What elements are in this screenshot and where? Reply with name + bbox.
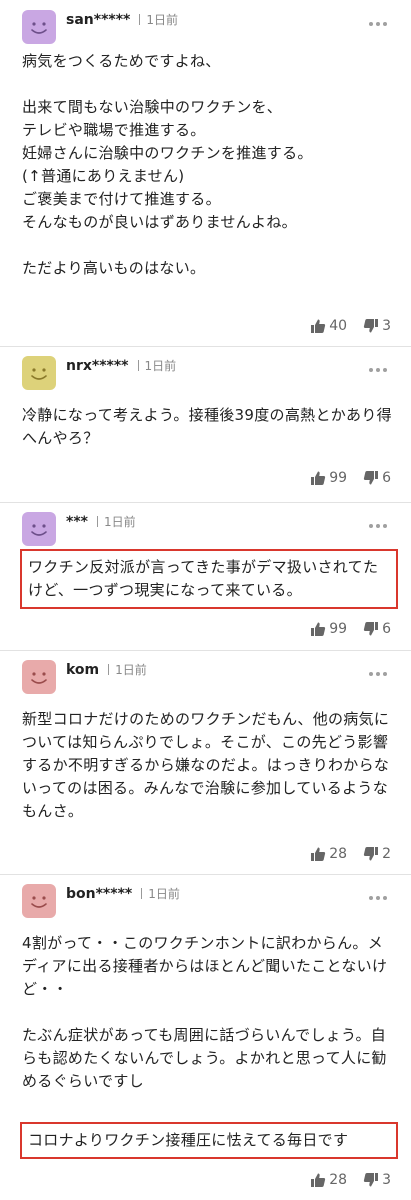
avatar[interactable] bbox=[22, 512, 56, 546]
comment-text: 新型コロナだけのためのワクチンだもん、他の病気については知らんぷりでしょ。そこが… bbox=[22, 710, 390, 820]
like-count: 28 bbox=[329, 845, 348, 862]
avatar[interactable] bbox=[22, 884, 56, 918]
dislike-button[interactable]: 6 bbox=[363, 618, 391, 637]
comment-text: 病気をつくるためですよね、 出来て間もない治験中のワクチンを、 テレビや職場で推… bbox=[22, 52, 313, 277]
dislike-button[interactable]: 2 bbox=[363, 843, 391, 862]
thumbs-up-icon bbox=[311, 847, 326, 861]
thumbs-down-icon bbox=[363, 470, 379, 484]
thumbs-up-icon bbox=[311, 1173, 326, 1187]
smiley-avatar-icon bbox=[22, 660, 56, 694]
like-button[interactable]: 28 bbox=[310, 843, 347, 862]
like-count: 28 bbox=[329, 1171, 348, 1188]
timestamp: 1日前 bbox=[115, 663, 147, 677]
timestamp: 1日前 bbox=[148, 887, 180, 901]
thumbs-up-icon bbox=[311, 471, 326, 485]
dislike-button[interactable]: 6 bbox=[363, 467, 391, 486]
thumbs-down-icon bbox=[363, 621, 379, 635]
divider bbox=[141, 888, 143, 899]
divider bbox=[137, 360, 139, 371]
thumbs-up-icon bbox=[311, 622, 326, 636]
comment-item: *** 1日前 ワクチン反対派が言ってきた事がデマ扱いされてたけど、一つずつ現実に… bbox=[0, 502, 411, 651]
smiley-avatar-icon bbox=[22, 512, 56, 546]
avatar[interactable] bbox=[22, 660, 56, 694]
like-button[interactable]: 99 bbox=[310, 467, 347, 486]
timestamp: 1日前 bbox=[103, 515, 136, 529]
more-options-icon[interactable] bbox=[369, 661, 391, 676]
divider bbox=[96, 516, 98, 527]
username[interactable]: kom bbox=[66, 662, 99, 678]
timestamp: 1日前 bbox=[146, 13, 178, 27]
comment-item: kom 1日前 新型コロナだけのためのワクチンだもん、他の病気については知らんぷり… bbox=[0, 650, 411, 875]
thumbs-down-icon bbox=[363, 318, 379, 332]
timestamp: 1日前 bbox=[144, 359, 177, 373]
dislike-button[interactable]: 3 bbox=[363, 315, 391, 334]
like-button[interactable]: 28 bbox=[310, 1169, 347, 1188]
thumbs-up-icon bbox=[311, 319, 326, 333]
thumbs-down-icon bbox=[363, 846, 379, 860]
dislike-button[interactable]: 3 bbox=[363, 1169, 391, 1188]
highlighted-comment-text: コロナよりワクチン接種圧に怯えてる毎日です bbox=[20, 1122, 398, 1159]
smiley-avatar-icon bbox=[22, 356, 56, 390]
comment-text: 冷静になって考えよう。接種後39度の高熱とかあり得へんやろ？ bbox=[22, 406, 392, 447]
divider bbox=[108, 664, 110, 675]
comment-list: san***** 1日前 病気をつくるためですよね、 出来て間もない治験中のワクチ… bbox=[0, 0, 411, 1200]
like-button[interactable]: 99 bbox=[310, 618, 347, 637]
comment-text: 4割がって・・このワクチンホントに訳わからん。メディアに出る接種者からはほとんど… bbox=[22, 934, 388, 1090]
avatar[interactable] bbox=[22, 10, 56, 44]
avatar[interactable] bbox=[22, 356, 56, 390]
username[interactable]: *** bbox=[66, 514, 88, 530]
comment-item: san***** 1日前 病気をつくるためですよね、 出来て間もない治験中のワクチ… bbox=[0, 0, 411, 347]
more-options-icon[interactable] bbox=[369, 11, 391, 26]
dislike-count: 6 bbox=[382, 469, 391, 486]
username[interactable]: nrx***** bbox=[66, 358, 129, 374]
username[interactable]: san***** bbox=[66, 12, 130, 28]
more-options-icon[interactable] bbox=[369, 885, 391, 900]
thumbs-down-icon bbox=[363, 1172, 379, 1186]
dislike-count: 3 bbox=[382, 1171, 391, 1188]
more-options-icon[interactable] bbox=[369, 513, 391, 528]
comment-item: bon***** 1日前 4割がって・・このワクチンホントに訳わからん。メディアに… bbox=[0, 874, 411, 1200]
highlighted-comment-text: ワクチン反対派が言ってきた事がデマ扱いされてたけど、一つずつ現実になって来ている… bbox=[20, 549, 398, 609]
like-count: 99 bbox=[329, 620, 348, 637]
like-count: 40 bbox=[329, 317, 348, 334]
like-button[interactable]: 40 bbox=[310, 315, 347, 334]
more-options-icon[interactable] bbox=[369, 357, 391, 372]
smiley-avatar-icon bbox=[22, 884, 56, 918]
smiley-avatar-icon bbox=[22, 10, 56, 44]
like-count: 99 bbox=[329, 469, 348, 486]
dislike-count: 2 bbox=[382, 845, 391, 862]
username[interactable]: bon***** bbox=[66, 886, 132, 902]
comment-item: nrx***** 1日前 冷静になって考えよう。接種後39度の高熱とかあり得へんや… bbox=[0, 346, 411, 503]
dislike-count: 3 bbox=[382, 317, 391, 334]
dislike-count: 6 bbox=[382, 620, 391, 637]
divider bbox=[139, 14, 141, 25]
